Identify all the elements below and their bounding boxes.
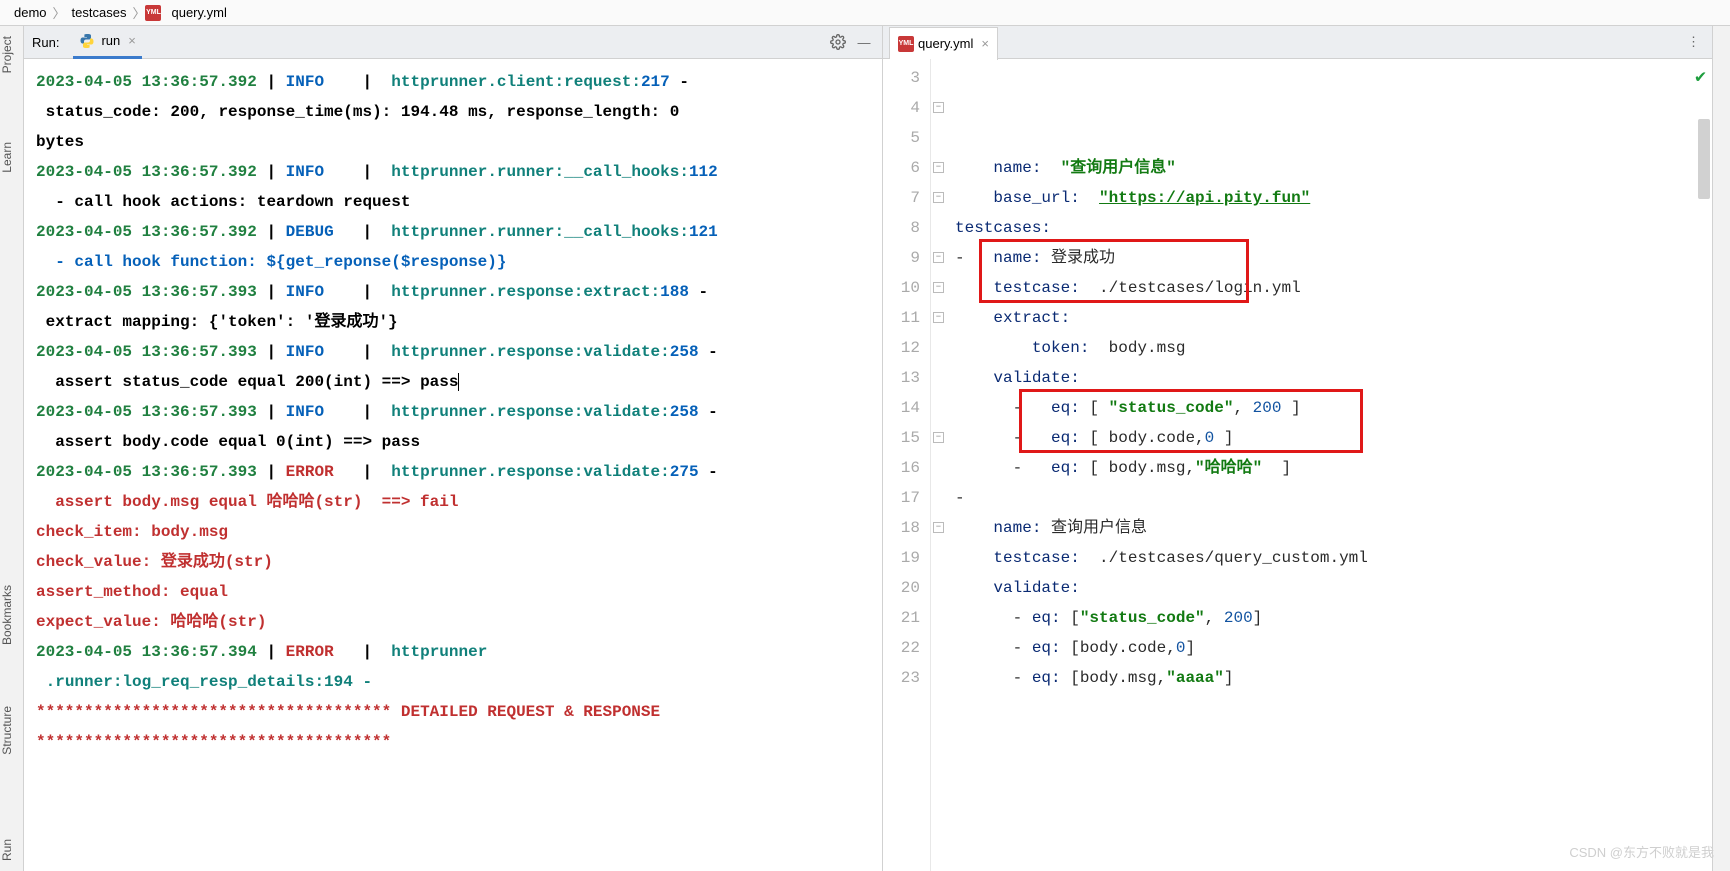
scrollbar[interactable]	[1698, 119, 1710, 199]
code-line[interactable]: testcase: ./testcases/login.yml	[955, 273, 1704, 303]
chevron-right-icon: 〉	[53, 3, 66, 22]
fold-icon[interactable]: −	[933, 252, 944, 263]
yml-file-icon: YML	[145, 5, 161, 21]
run-tab[interactable]: run ×	[73, 26, 141, 59]
code-editor[interactable]: ✔ name: "查询用户信息" base_url: "https://api.…	[947, 59, 1712, 871]
fold-icon[interactable]: −	[933, 192, 944, 203]
code-line[interactable]: name: 查询用户信息	[955, 513, 1704, 543]
editor-tabs: YML query.yml × ⋮	[883, 26, 1712, 59]
code-line[interactable]: testcase: ./testcases/query_custom.yml	[955, 543, 1704, 573]
code-line[interactable]: testcases:	[955, 213, 1704, 243]
fold-icon[interactable]: −	[933, 312, 944, 323]
tab-query-yml[interactable]: YML query.yml ×	[889, 27, 998, 60]
inspection-ok-icon: ✔	[1695, 63, 1706, 93]
editor-tab-label: query.yml	[918, 36, 973, 51]
fold-icon[interactable]: −	[933, 522, 944, 533]
code-line[interactable]: validate:	[955, 363, 1704, 393]
minimize-icon[interactable]: —	[854, 32, 874, 52]
rail-structure[interactable]: Structure	[0, 700, 24, 761]
code-line[interactable]: base_url: "https://api.pity.fun"	[955, 183, 1704, 213]
code-line[interactable]: - eq: [ body.msg,"哈哈哈" ]	[955, 453, 1704, 483]
code-line[interactable]: - eq: ["status_code", 200]	[955, 603, 1704, 633]
run-console[interactable]: 2023-04-05 13:36:57.392 | INFO | httprun…	[24, 59, 882, 871]
rail-bookmarks[interactable]: Bookmarks	[0, 579, 24, 651]
yml-file-icon: YML	[898, 36, 914, 52]
fold-gutter[interactable]: − − − − − − − −	[931, 59, 947, 871]
rail-run[interactable]: Run	[0, 833, 24, 867]
code-line[interactable]: - eq: [body.code,0]	[955, 633, 1704, 663]
run-toolwindow-header: Run: run × —	[24, 26, 882, 59]
code-line[interactable]: name: "查询用户信息"	[955, 153, 1704, 183]
line-number-gutter: 34567891011121314151617181920212223	[883, 59, 931, 871]
code-line[interactable]: token: body.msg	[955, 333, 1704, 363]
rail-project[interactable]: Project	[0, 30, 24, 79]
code-line[interactable]: - eq: [body.msg,"aaaa"]	[955, 663, 1704, 693]
crumb-testcases[interactable]: testcases	[66, 5, 133, 20]
run-tab-label: run	[101, 33, 120, 48]
code-line[interactable]: - name: 登录成功	[955, 243, 1704, 273]
fold-icon[interactable]: −	[933, 162, 944, 173]
close-icon[interactable]: ×	[981, 36, 989, 51]
chevron-right-icon: 〉	[132, 3, 145, 22]
fold-icon[interactable]: −	[933, 102, 944, 113]
fold-icon[interactable]: −	[933, 282, 944, 293]
run-label: Run:	[32, 35, 59, 50]
fold-icon[interactable]: −	[933, 432, 944, 443]
breadcrumb: demo 〉 testcases 〉 YML query.yml	[0, 0, 1730, 26]
gear-icon[interactable]	[828, 32, 848, 52]
editor-menu-icon[interactable]: ⋮	[1681, 34, 1706, 50]
code-line[interactable]: - eq: [ "status_code", 200 ]	[955, 393, 1704, 423]
left-tool-rail: Project Learn Bookmarks Structure Run	[0, 26, 24, 871]
code-line[interactable]: validate:	[955, 573, 1704, 603]
right-tool-rail	[1712, 26, 1730, 871]
code-line[interactable]: -	[955, 483, 1704, 513]
code-line[interactable]: - eq: [ body.code,0 ]	[955, 423, 1704, 453]
close-icon[interactable]: ×	[128, 33, 136, 48]
crumb-demo[interactable]: demo	[8, 5, 53, 20]
python-icon	[79, 33, 95, 49]
rail-learn[interactable]: Learn	[0, 136, 24, 179]
code-line[interactable]: extract:	[955, 303, 1704, 333]
crumb-file[interactable]: query.yml	[165, 5, 232, 20]
